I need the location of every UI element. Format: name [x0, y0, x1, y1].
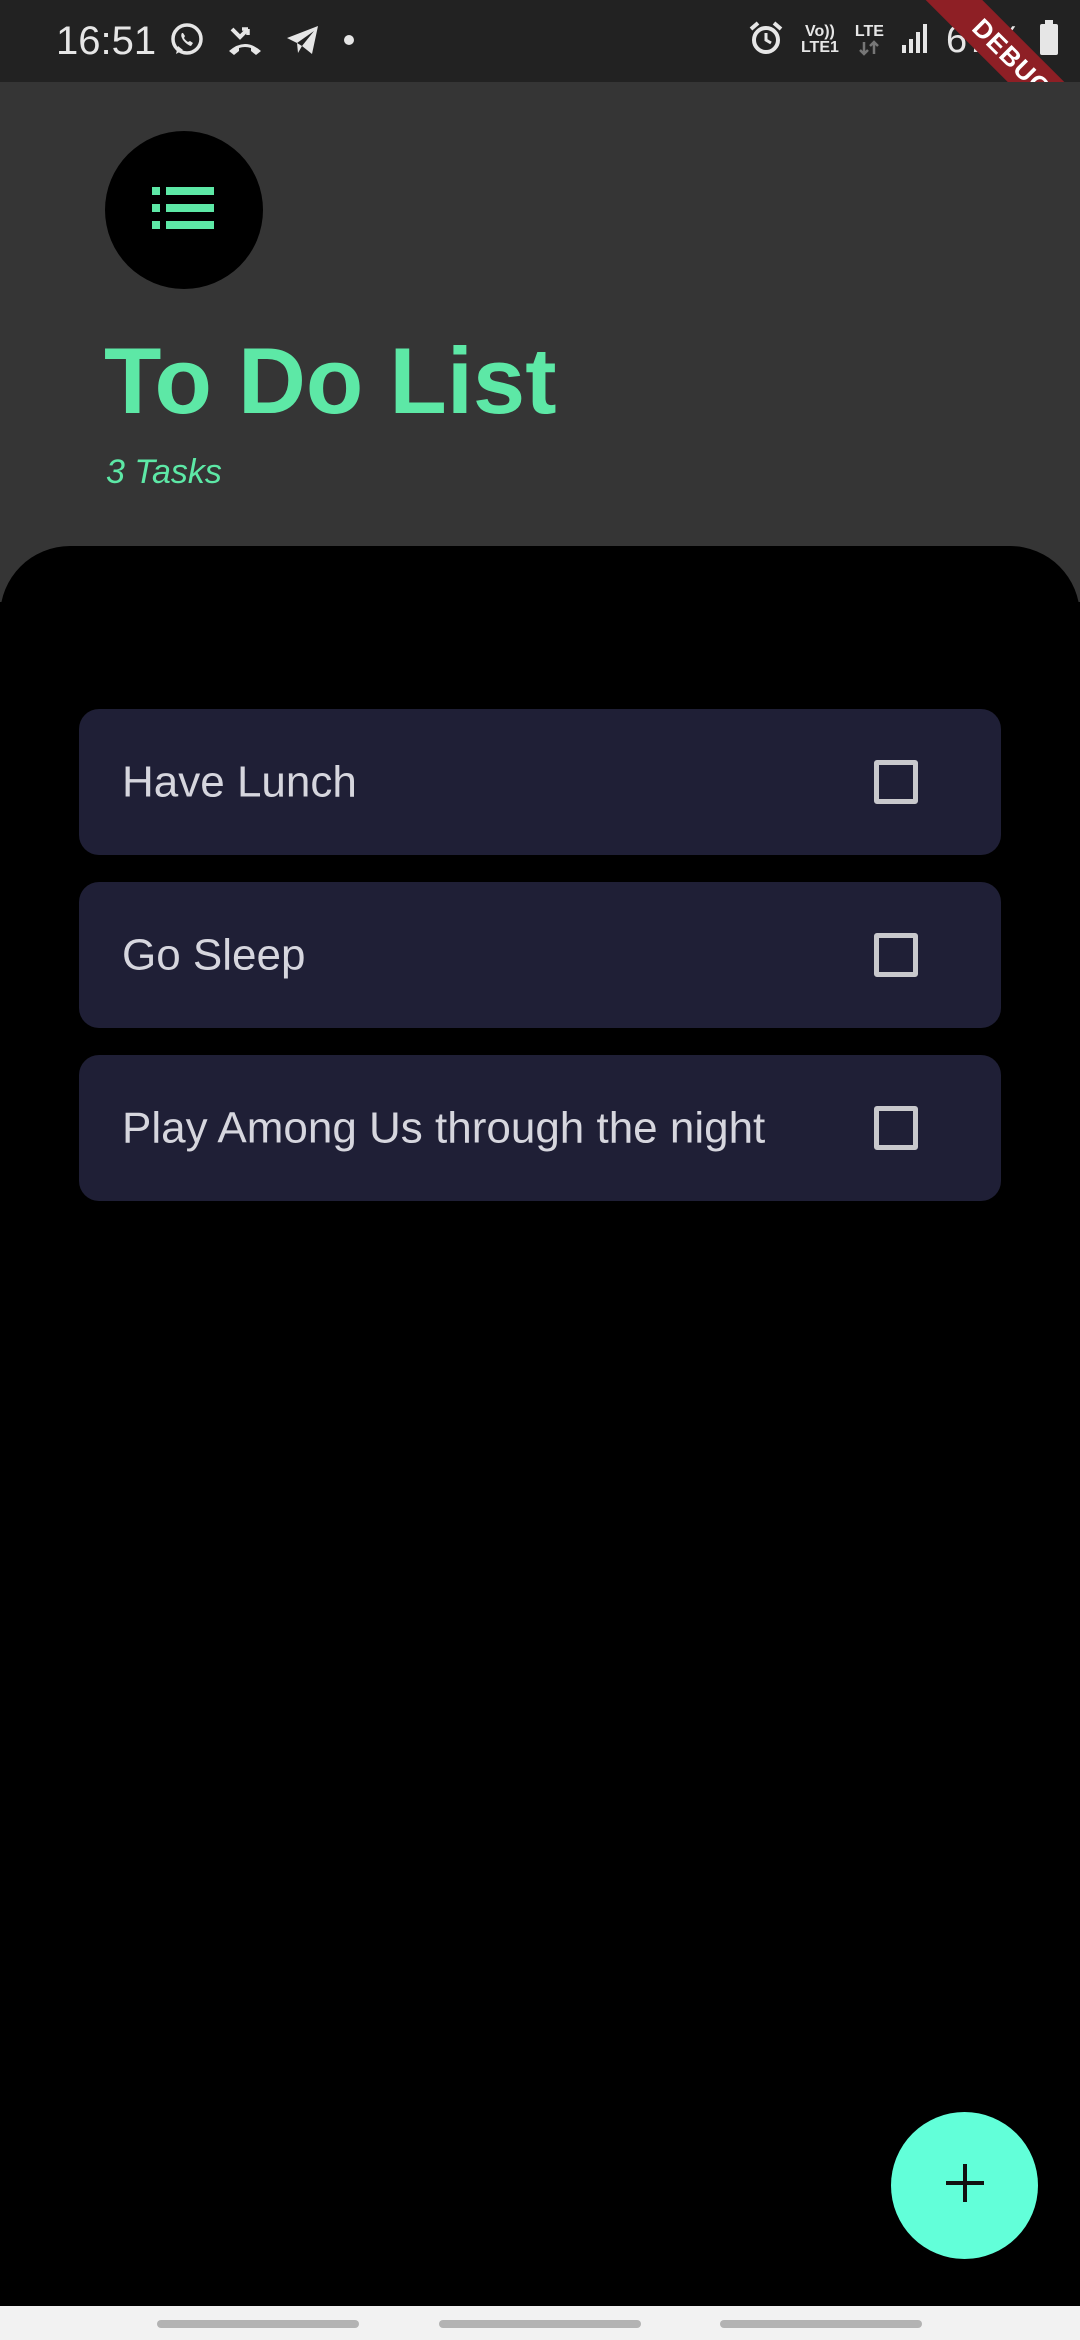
lte-icon: LTE [855, 24, 884, 56]
add-task-button[interactable] [891, 2112, 1038, 2259]
data-arrows-icon [859, 40, 880, 56]
page-title: To Do List [104, 328, 557, 433]
task-item[interactable]: Go Sleep [79, 882, 1001, 1028]
header: To Do List 3 Tasks [0, 82, 1080, 602]
notification-icons [168, 22, 356, 62]
task-list: Have Lunch Go Sleep Play Among Us throug… [79, 709, 1001, 1201]
task-item[interactable]: Have Lunch [79, 709, 1001, 855]
task-item[interactable]: Play Among Us through the night [79, 1055, 1001, 1201]
nav-home-button[interactable] [439, 2320, 641, 2328]
navigation-bar [0, 2306, 1080, 2340]
missed-call-icon [226, 21, 264, 64]
status-bar: 16:51 Vo)) LTE1 LTE DEBUG [0, 0, 1080, 150]
volte-top-label: Vo)) [804, 23, 835, 40]
task-checkbox[interactable] [874, 1106, 918, 1150]
task-checkbox[interactable] [874, 933, 918, 977]
telegram-icon [284, 21, 322, 64]
nav-recents-button[interactable] [157, 2320, 359, 2328]
signal-icon [900, 21, 930, 60]
whatsapp-icon [168, 21, 206, 64]
task-count: 3 Tasks [106, 453, 222, 491]
task-checkbox[interactable] [874, 760, 918, 804]
volte-bottom-label: LTE1 [800, 39, 839, 56]
volte-icon: Vo)) LTE1 [801, 24, 839, 56]
alarm-icon [747, 19, 785, 62]
task-panel: Have Lunch Go Sleep Play Among Us throug… [0, 546, 1080, 2306]
status-time: 16:51 [56, 19, 157, 63]
nav-back-button[interactable] [720, 2320, 922, 2328]
battery-icon [1038, 19, 1060, 62]
lte-label: LTE [854, 23, 884, 40]
dot-icon [342, 33, 356, 52]
task-label: Play Among Us through the night [122, 1103, 766, 1153]
task-label: Have Lunch [122, 757, 357, 807]
plus-icon [943, 2161, 987, 2210]
menu-button[interactable] [105, 131, 263, 289]
list-icon [152, 185, 216, 236]
task-label: Go Sleep [122, 930, 306, 980]
